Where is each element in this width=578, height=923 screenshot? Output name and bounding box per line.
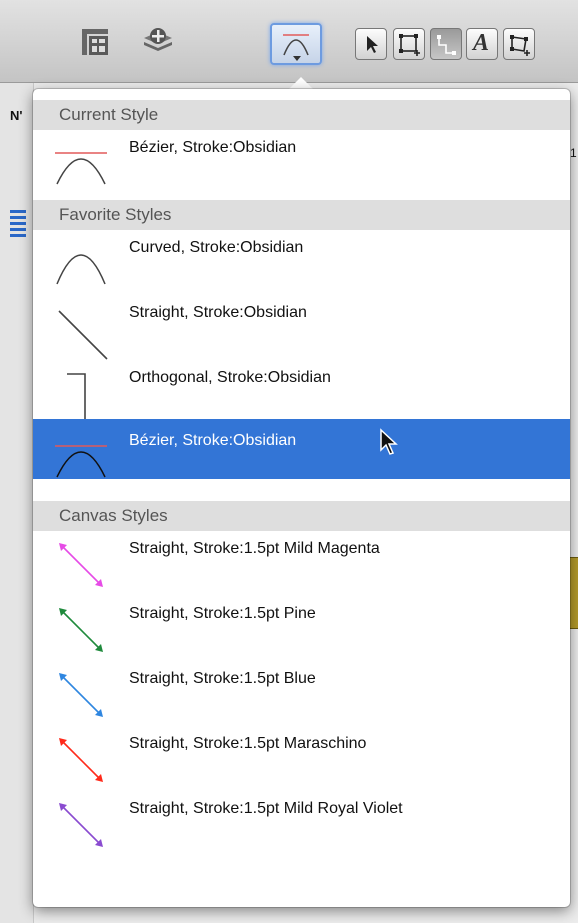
- table-insert-icon[interactable]: [80, 27, 110, 62]
- mouse-cursor-icon: [378, 428, 400, 461]
- menu-item-label: Straight, Stroke:1.5pt Mild Magenta: [129, 540, 380, 557]
- line-style-button[interactable]: [270, 23, 322, 65]
- menu-item[interactable]: Bézier, Stroke:Obsidian: [33, 126, 570, 190]
- menu-item-label: Straight, Stroke:1.5pt Blue: [129, 670, 316, 687]
- menu-item[interactable]: Straight, Stroke:1.5pt Pine: [33, 592, 570, 656]
- arrow-line-icon: [51, 535, 111, 591]
- curved-line-icon: [51, 234, 111, 290]
- menu-item-label: Curved, Stroke:Obsidian: [129, 239, 304, 256]
- backdrop-text: N': [10, 108, 23, 123]
- bezier-line-icon: [51, 134, 111, 190]
- menu-pointer: [289, 77, 313, 89]
- backdrop-edge-number: 1: [570, 146, 577, 160]
- menu-item-label: Bézier, Stroke:Obsidian: [129, 432, 297, 449]
- menu-item-label: Orthogonal, Stroke:Obsidian: [129, 369, 331, 386]
- shape-tool-button[interactable]: [393, 28, 425, 60]
- menu-item[interactable]: Bézier, Stroke:Obsidian: [33, 419, 570, 479]
- line-tool-icon: [435, 33, 459, 62]
- pointer-tool-button[interactable]: [355, 28, 387, 60]
- menu-item[interactable]: Curved, Stroke:Obsidian: [33, 226, 570, 290]
- menu-item[interactable]: Straight, Stroke:Obsidian: [33, 291, 570, 360]
- layers-add-icon[interactable]: [140, 22, 176, 63]
- text-tool-icon: A: [473, 30, 490, 56]
- line-style-menu: Current Style Bézier, Stroke:Obsidian Favo…: [33, 89, 570, 907]
- menu-item-label: Straight, Stroke:Obsidian: [129, 304, 307, 321]
- backdrop-canvas-icon: [10, 210, 26, 240]
- menu-item[interactable]: Orthogonal, Stroke:Obsidian: [33, 356, 570, 420]
- toolbar: A: [0, 0, 578, 83]
- arrow-line-icon: [51, 665, 111, 721]
- orthogonal-line-icon: [51, 364, 111, 420]
- sidebar-fragment: [0, 83, 34, 923]
- arrow-line-icon: [51, 600, 111, 656]
- text-tool-button[interactable]: A: [466, 28, 498, 60]
- menu-item-label: Straight, Stroke:1.5pt Pine: [129, 605, 316, 622]
- diagram-tool-button[interactable]: [503, 28, 535, 60]
- shape-tool-icon: [398, 33, 422, 62]
- menu-item-label: Straight, Stroke:1.5pt Maraschino: [129, 735, 367, 752]
- line-tool-button[interactable]: [430, 28, 462, 60]
- menu-item-label: Straight, Stroke:1.5pt Mild Royal Violet: [129, 800, 403, 817]
- pointer-tool-icon: [363, 34, 381, 59]
- menu-item[interactable]: Straight, Stroke:1.5pt Blue: [33, 657, 570, 721]
- menu-item[interactable]: Straight, Stroke:1.5pt Mild Magenta: [33, 527, 570, 591]
- bezier-line-icon: [51, 427, 111, 483]
- menu-item-label: Bézier, Stroke:Obsidian: [129, 139, 297, 156]
- menu-item[interactable]: Straight, Stroke:1.5pt Maraschino: [33, 722, 570, 786]
- arrow-line-icon: [51, 730, 111, 786]
- diagram-tool-icon: [508, 33, 532, 62]
- arrow-line-icon: [51, 795, 111, 851]
- chevron-down-icon: [293, 56, 301, 61]
- menu-item[interactable]: Straight, Stroke:1.5pt Mild Royal Violet: [33, 787, 570, 851]
- straight-line-icon: [51, 299, 111, 360]
